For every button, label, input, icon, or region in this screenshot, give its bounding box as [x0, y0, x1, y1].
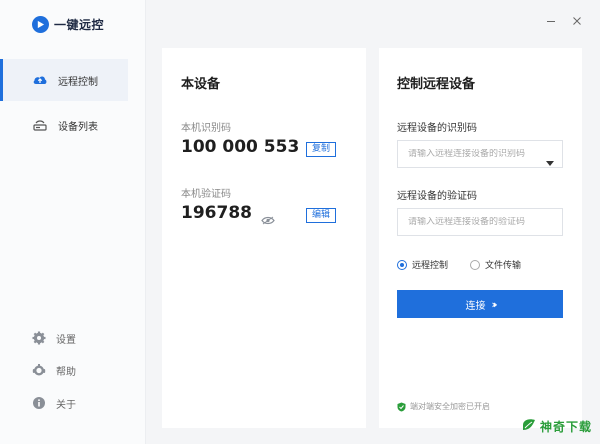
connect-button[interactable]: 连接 ›› [397, 290, 563, 318]
minimize-button[interactable] [544, 14, 558, 28]
copy-button[interactable]: 复制 [306, 142, 337, 157]
about-link[interactable]: 关于 [32, 394, 76, 412]
app-name: 一键远控 [54, 17, 105, 32]
remote-control-card: 控制远程设备 远程设备的识别码 远程设备的验证码 远程控制 文件传输 连接 ›› [379, 48, 582, 428]
radio-file-transfer[interactable]: 文件传输 [470, 258, 521, 271]
gear-icon [32, 331, 46, 345]
help-link[interactable]: 帮助 [32, 361, 76, 379]
local-id-value: 100 000 553 [181, 137, 300, 157]
local-code-value: 196788 [181, 203, 252, 223]
double-chevron-right-icon: ›› [491, 297, 497, 311]
radio-label: 文件传输 [485, 261, 522, 271]
radio-label: 远程控制 [412, 261, 449, 271]
help-label: 帮助 [56, 366, 76, 378]
security-note-label: 端对端安全加密已开启 [410, 402, 490, 411]
play-logo-icon [32, 15, 49, 33]
sidebar-item-remote-control[interactable]: 远程控制 [0, 59, 128, 101]
cloud-upload-icon [32, 72, 48, 88]
remote-id-label: 远程设备的识别码 [397, 123, 477, 134]
local-device-title: 本设备 [181, 77, 221, 92]
remote-code-input[interactable] [408, 217, 538, 227]
local-code-label: 本机验证码 [181, 189, 231, 200]
radio-remote-control[interactable]: 远程控制 [397, 258, 448, 271]
remote-title: 控制远程设备 [397, 77, 476, 92]
security-note: 端对端安全加密已开启 [397, 397, 490, 416]
local-device-card: 本设备 本机识别码 100 000 553 复制 本机验证码 196788 编辑 [162, 48, 366, 428]
radio-checked-icon [397, 259, 407, 270]
sidebar-item-label: 设备列表 [58, 121, 98, 133]
settings-label: 设置 [56, 334, 76, 346]
edit-button[interactable]: 编辑 [306, 208, 337, 223]
main-area: 本设备 本机识别码 100 000 553 复制 本机验证码 196788 编辑… [146, 0, 600, 444]
remote-code-field[interactable] [397, 208, 563, 236]
app-logo: 一键远控 [32, 14, 104, 34]
remote-id-input[interactable] [408, 149, 538, 159]
info-icon [32, 396, 46, 410]
watermark: 神奇下载 [521, 417, 592, 436]
about-label: 关于 [56, 399, 76, 411]
settings-link[interactable]: 设置 [32, 329, 76, 347]
watermark-logo-icon [521, 417, 537, 436]
shield-check-icon [397, 397, 406, 416]
sidebar-item-device-list[interactable]: 设备列表 [0, 104, 128, 146]
sidebar-item-label: 远程控制 [58, 76, 98, 88]
device-list-icon [32, 117, 48, 133]
radio-unchecked-icon [470, 259, 481, 270]
watermark-text: 神奇下载 [539, 420, 592, 434]
eye-icon[interactable] [261, 210, 275, 229]
local-id-label: 本机识别码 [181, 123, 231, 134]
remote-code-label: 远程设备的验证码 [397, 191, 477, 202]
connect-label: 连接 [465, 300, 486, 312]
close-icon [573, 17, 581, 25]
mode-radio-group: 远程控制 文件传输 [397, 258, 543, 271]
close-button[interactable] [570, 14, 584, 28]
sidebar: 一键远控 远程控制 设备列表 设置 帮助 关于 [0, 0, 146, 444]
help-icon [32, 363, 46, 377]
remote-id-dropdown[interactable] [397, 140, 563, 168]
caret-down-icon[interactable] [546, 152, 554, 171]
minimize-icon [547, 21, 555, 22]
